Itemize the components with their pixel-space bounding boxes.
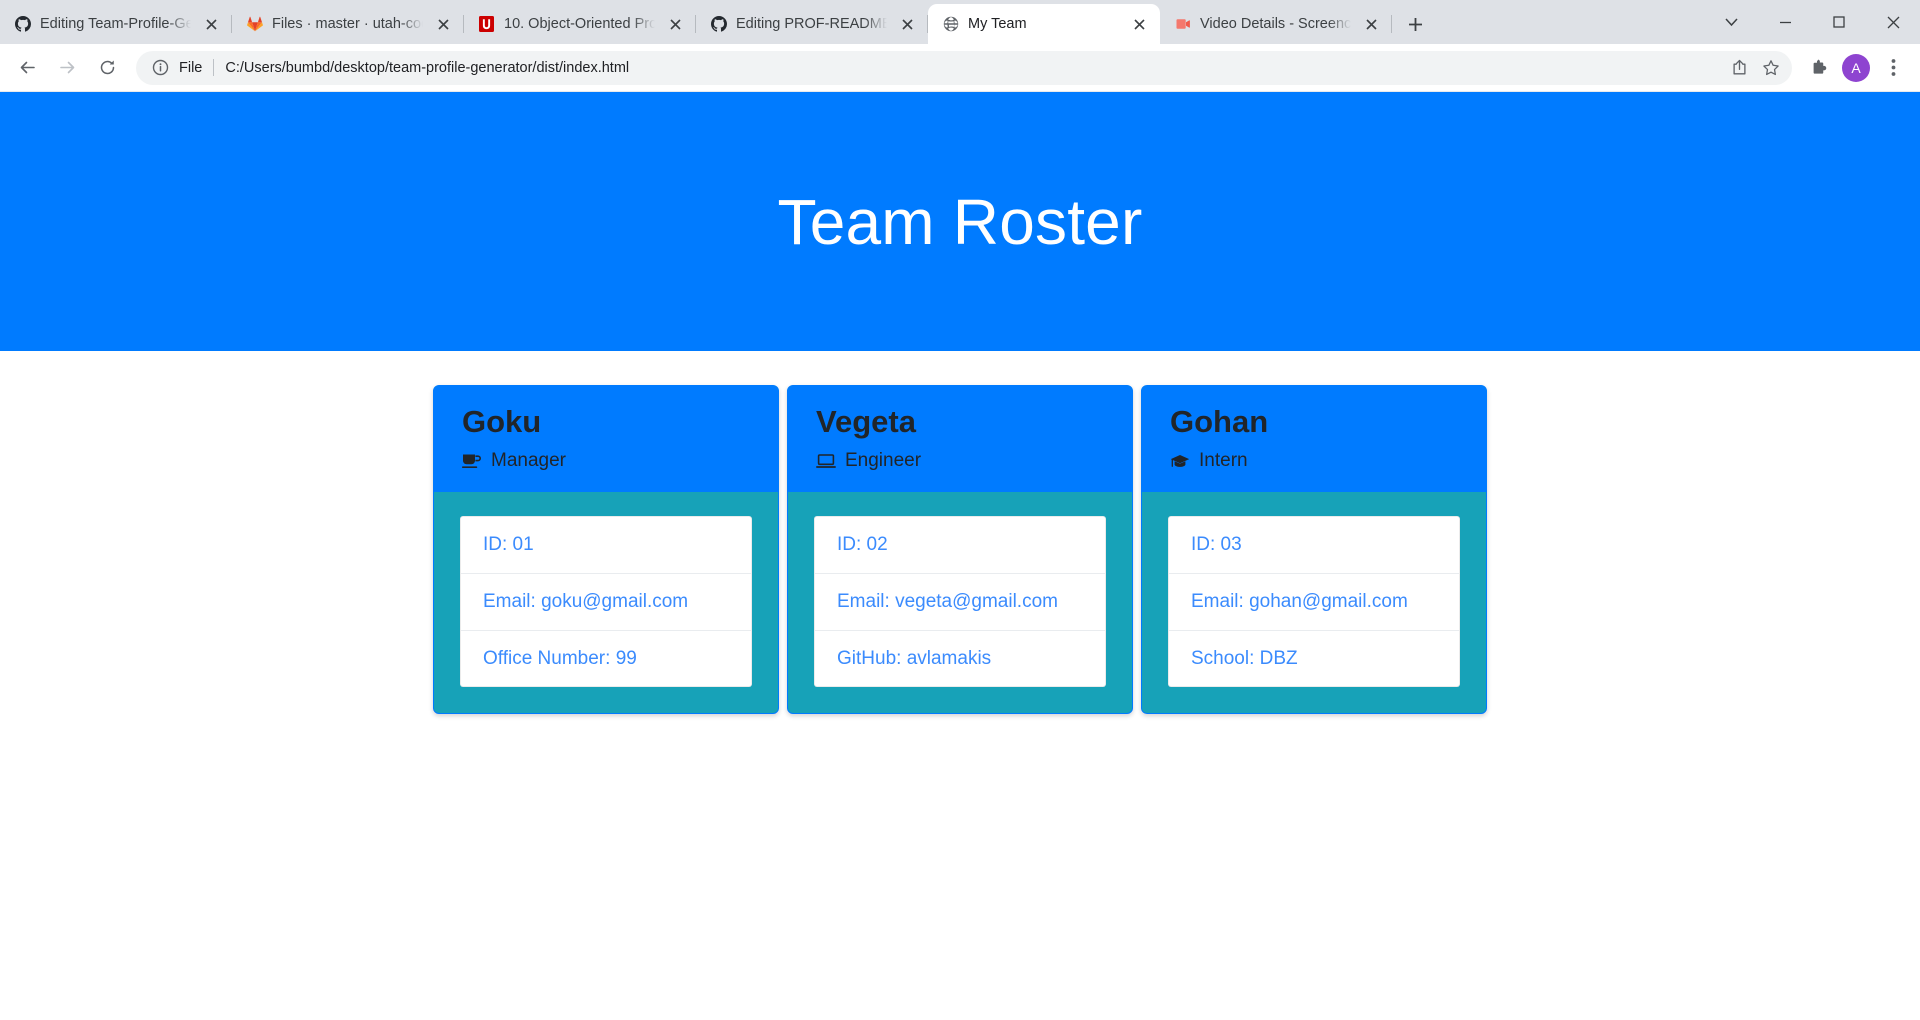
back-arrow-icon[interactable] xyxy=(8,49,46,87)
browser-tab-2[interactable]: Files · master · utah-coding- xyxy=(232,4,464,44)
tab-close-button[interactable] xyxy=(200,13,222,35)
tab-close-button[interactable] xyxy=(1360,13,1382,35)
maximize-button[interactable] xyxy=(1812,0,1866,44)
member-details-list: ID: 01 Email: goku@gmail.com Office Numb… xyxy=(460,516,752,687)
card-body: ID: 02 Email: vegeta@gmail.com GitHub: a… xyxy=(788,492,1132,713)
close-button[interactable] xyxy=(1866,0,1920,44)
browser-tab-5-active[interactable]: My Team xyxy=(928,4,1160,44)
utah-u-icon xyxy=(478,16,495,33)
member-role-label: Manager xyxy=(491,450,566,473)
reload-icon[interactable] xyxy=(88,49,126,87)
list-item[interactable]: Email: gohan@gmail.com xyxy=(1169,574,1459,631)
browser-tab-1[interactable]: Editing Team-Profile-Generator xyxy=(0,4,232,44)
omnibox-divider xyxy=(213,59,214,76)
tab-close-button[interactable] xyxy=(896,13,918,35)
coffee-mug-icon xyxy=(462,453,482,469)
member-details-list: ID: 03 Email: gohan@gmail.com School: DB… xyxy=(1168,516,1460,687)
page-content: Team Roster Goku Manager ID: 01 xyxy=(0,92,1920,1020)
browser-window: Editing Team-Profile-Generator xyxy=(0,0,1920,1020)
list-item: Office Number: 99 xyxy=(461,631,751,687)
minimize-button[interactable] xyxy=(1758,0,1812,44)
address-bar[interactable]: File C:/Users/bumbd/desktop/team-profile… xyxy=(136,51,1792,85)
team-member-card: Goku Manager ID: 01 Email: goku@gmail.co… xyxy=(433,385,779,714)
share-icon[interactable] xyxy=(1724,53,1754,83)
tab-strip: Editing Team-Profile-Generator xyxy=(0,0,1920,44)
list-item: ID: 03 xyxy=(1169,517,1459,574)
forward-arrow-icon[interactable] xyxy=(48,49,86,87)
member-name: Gohan xyxy=(1170,404,1458,440)
globe-icon xyxy=(942,16,959,33)
card-body: ID: 03 Email: gohan@gmail.com School: DB… xyxy=(1142,492,1486,713)
browser-tab-3[interactable]: 10. Object-Oriented Programming xyxy=(464,4,696,44)
card-body: ID: 01 Email: goku@gmail.com Office Numb… xyxy=(434,492,778,713)
gitlab-icon xyxy=(246,16,263,33)
card-header: Goku Manager xyxy=(434,386,778,492)
new-tab-button[interactable] xyxy=(1398,7,1432,41)
puzzle-piece-icon[interactable] xyxy=(1802,51,1836,85)
list-item[interactable]: Email: vegeta@gmail.com xyxy=(815,574,1105,631)
member-details-list: ID: 02 Email: vegeta@gmail.com GitHub: a… xyxy=(814,516,1106,687)
tab-close-button[interactable] xyxy=(1128,13,1150,35)
omnibox-actions xyxy=(1724,53,1786,83)
tab-title: Files · master · utah-coding- xyxy=(272,16,423,32)
url-text[interactable]: C:/Users/bumbd/desktop/team-profile-gene… xyxy=(225,60,1724,76)
list-item[interactable]: GitHub: avlamakis xyxy=(815,631,1105,687)
browser-toolbar: File C:/Users/bumbd/desktop/team-profile… xyxy=(0,44,1920,92)
list-item: School: DBZ xyxy=(1169,631,1459,687)
team-member-card: Vegeta Engineer ID: 02 Email: vegeta@gma… xyxy=(787,385,1133,714)
tab-title: Editing PROF-README-GENERATOR xyxy=(736,16,887,32)
list-item[interactable]: Email: goku@gmail.com xyxy=(461,574,751,631)
member-role: Manager xyxy=(462,450,750,473)
member-role-label: Intern xyxy=(1199,450,1248,473)
info-circle-icon[interactable] xyxy=(150,58,170,78)
page-header-banner: Team Roster xyxy=(0,92,1920,351)
laptop-icon xyxy=(816,453,836,469)
member-name: Goku xyxy=(462,404,750,440)
star-icon[interactable] xyxy=(1756,53,1786,83)
window-controls xyxy=(1704,0,1920,44)
profile-avatar[interactable]: A xyxy=(1842,54,1870,82)
screencastify-icon xyxy=(1174,16,1191,33)
github-icon xyxy=(710,16,727,33)
tab-title: Video Details - Screencastify xyxy=(1200,16,1351,32)
member-role-label: Engineer xyxy=(845,450,921,473)
browser-tab-4[interactable]: Editing PROF-README-GENERATOR xyxy=(696,4,928,44)
github-icon xyxy=(14,16,31,33)
browser-tab-6[interactable]: Video Details - Screencastify xyxy=(1160,4,1392,44)
list-item: ID: 01 xyxy=(461,517,751,574)
team-cards-row: Goku Manager ID: 01 Email: goku@gmail.co… xyxy=(0,351,1920,714)
member-role: Intern xyxy=(1170,450,1458,473)
team-member-card: Gohan Intern ID: 03 Email: gohan@gmail.c… xyxy=(1141,385,1487,714)
card-header: Gohan Intern xyxy=(1142,386,1486,492)
tab-search-button[interactable] xyxy=(1704,0,1758,44)
three-dot-menu-icon[interactable] xyxy=(1876,51,1910,85)
tab-title: Editing Team-Profile-Generator xyxy=(40,16,191,32)
page-title: Team Roster xyxy=(778,190,1143,254)
member-role: Engineer xyxy=(816,450,1104,473)
tab-title: My Team xyxy=(968,16,1119,32)
tab-title: 10. Object-Oriented Programming xyxy=(504,16,655,32)
tab-close-button[interactable] xyxy=(432,13,454,35)
tab-close-button[interactable] xyxy=(664,13,686,35)
card-header: Vegeta Engineer xyxy=(788,386,1132,492)
list-item: ID: 02 xyxy=(815,517,1105,574)
tab-list: Editing Team-Profile-Generator xyxy=(0,0,1432,44)
graduation-cap-icon xyxy=(1170,453,1190,469)
tab-divider xyxy=(1391,15,1392,33)
member-name: Vegeta xyxy=(816,404,1104,440)
url-scheme-label: File xyxy=(179,60,202,76)
